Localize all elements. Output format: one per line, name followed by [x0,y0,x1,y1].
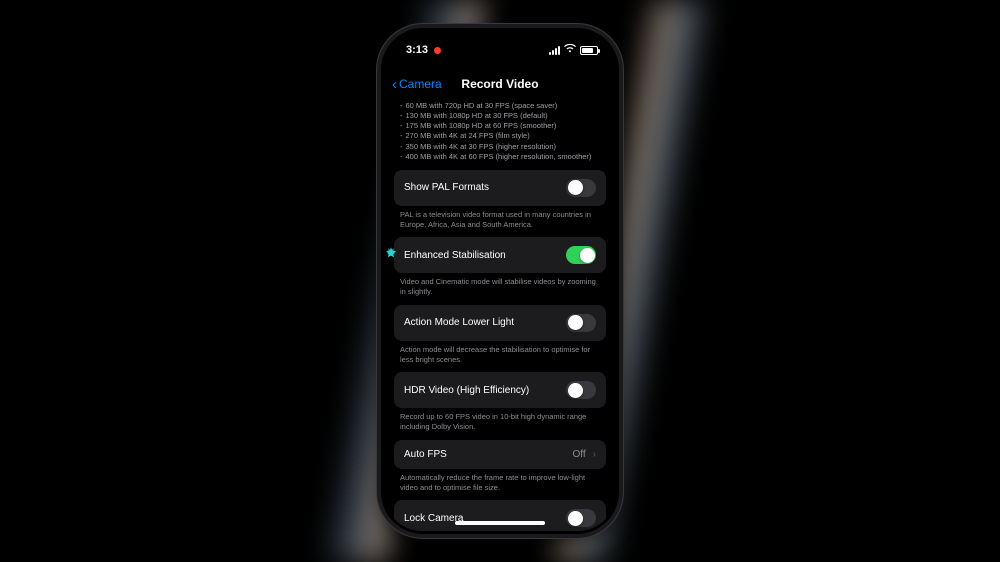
bitrate-line: 270 MB with 4K at 24 FPS (film style) [406,131,530,141]
row-footer: Automatically reduce the frame rate to i… [394,469,606,493]
highlight-star-icon [384,246,400,264]
bitrate-line: 400 MB with 4K at 60 FPS (higher resolut… [406,152,592,162]
row-footer: Action mode will decrease the stabilisat… [394,341,606,365]
row-footer: Record up to 60 FPS video in 10-bit high… [394,408,606,432]
wifi-icon [564,44,576,56]
action-mode-toggle[interactable] [566,314,596,332]
back-label: Camera [399,77,442,91]
show-pal-formats-row[interactable]: Show PAL Formats [394,170,606,206]
setting-group-stabilisation: Enhanced Stabilisation Video and Cinemat… [394,237,606,297]
setting-group-hdr: HDR Video (High Efficiency) Record up to… [394,372,606,432]
settings-content[interactable]: 60 MB with 720p HD at 30 FPS (space save… [384,99,616,531]
navigation-bar: ‹ Camera Record Video [384,69,616,99]
setting-group-action-mode: Action Mode Lower Light Action mode will… [394,305,606,365]
auto-fps-value: Off [573,449,586,460]
home-indicator[interactable] [455,521,545,525]
action-mode-lower-light-row[interactable]: Action Mode Lower Light [394,305,606,341]
clock: 3:13 [406,44,428,56]
row-label: Action Mode Lower Light [404,317,514,328]
row-label: Auto FPS [404,449,447,460]
hdr-toggle[interactable] [566,381,596,399]
status-bar: 3:13 [384,31,616,69]
row-label: Enhanced Stabilisation [404,250,506,261]
row-footer: Video and Cinematic mode will stabilise … [394,273,606,297]
bitrate-line: 130 MB with 1080p HD at 30 FPS (default) [406,111,548,121]
enhanced-stabilisation-row[interactable]: Enhanced Stabilisation [394,237,606,273]
bitrate-info-list: 60 MB with 720p HD at 30 FPS (space save… [394,99,606,170]
lock-camera-row[interactable]: Lock Camera [394,500,606,531]
battery-icon [580,46,598,55]
phone-frame: 3:13 ‹ Camera Record Video 60 MB with 72… [381,28,619,534]
bitrate-line: 60 MB with 720p HD at 30 FPS (space save… [406,101,558,111]
back-button[interactable]: ‹ Camera [392,77,442,92]
auto-fps-row[interactable]: Auto FPS Off › [394,440,606,469]
setting-group-lock-camera: Lock Camera Do not automatically switch … [394,500,606,531]
setting-group-pal: Show PAL Formats PAL is a television vid… [394,170,606,230]
lock-camera-toggle[interactable] [566,509,596,527]
hdr-video-row[interactable]: HDR Video (High Efficiency) [394,372,606,408]
recording-indicator-icon [434,47,441,54]
pal-toggle[interactable] [566,179,596,197]
chevron-left-icon: ‹ [392,77,397,92]
row-label: HDR Video (High Efficiency) [404,385,529,396]
row-footer: PAL is a television video format used in… [394,206,606,230]
page-title: Record Video [461,77,538,91]
stabilisation-toggle[interactable] [566,246,596,264]
bitrate-line: 350 MB with 4K at 30 FPS (higher resolut… [406,142,557,152]
chevron-right-icon: › [593,449,596,460]
bitrate-line: 175 MB with 1080p HD at 60 FPS (smoother… [406,121,557,131]
setting-group-autofps: Auto FPS Off › Automatically reduce the … [394,440,606,493]
screen: 3:13 ‹ Camera Record Video 60 MB with 72… [384,31,616,531]
row-label: Show PAL Formats [404,182,489,193]
cellular-signal-icon [549,46,560,55]
